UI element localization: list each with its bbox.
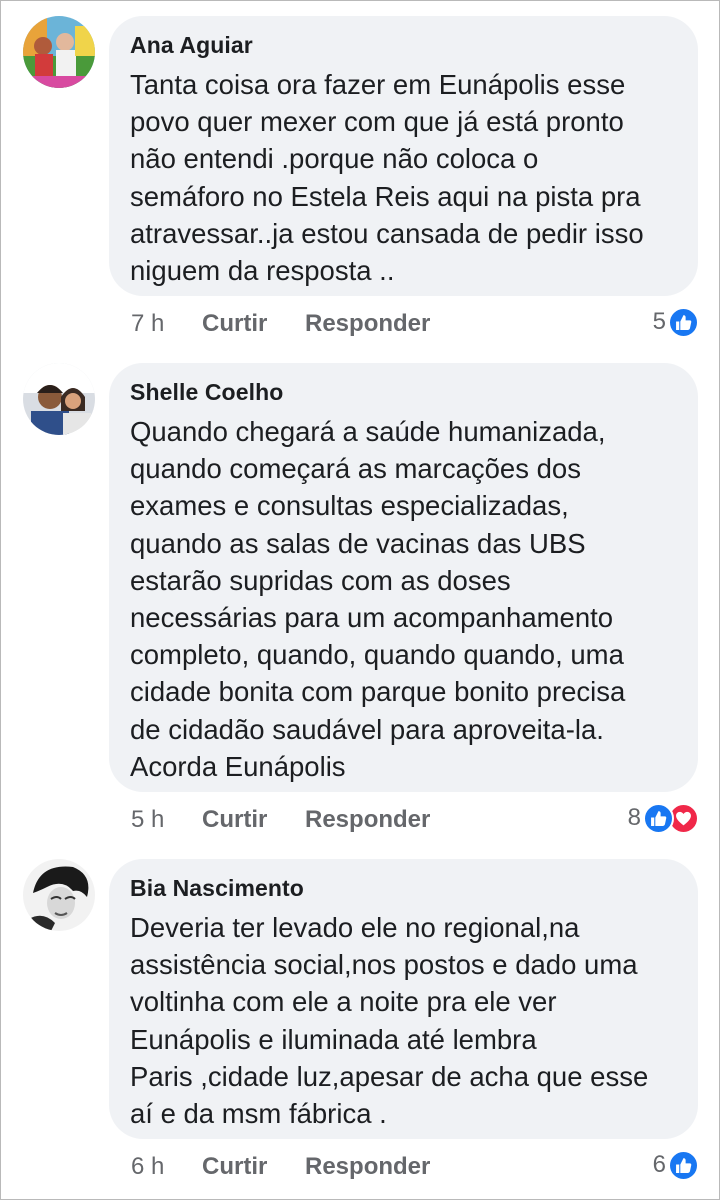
reaction-summary[interactable]: 6	[653, 1148, 699, 1182]
reaction-summary[interactable]: 5	[653, 305, 699, 339]
like-button[interactable]: Curtir	[202, 307, 267, 341]
reply-button[interactable]: Responder	[305, 1150, 430, 1184]
comment-bubble: Ana Aguiar Tanta coisa ora fazer em Euná…	[109, 16, 698, 296]
comment-timestamp[interactable]: 6 h	[131, 1150, 164, 1184]
reaction-count: 8	[627, 804, 641, 831]
comment-timestamp[interactable]: 7 h	[131, 307, 164, 341]
like-icon	[668, 306, 699, 338]
reply-button[interactable]: Responder	[305, 307, 430, 341]
reaction-count: 5	[652, 308, 666, 335]
reaction-count: 6	[652, 1151, 666, 1178]
like-button[interactable]: Curtir	[202, 803, 267, 837]
reply-button[interactable]: Responder	[305, 803, 430, 837]
comment-bubble: Bia Nascimento Deveria ter levado ele no…	[109, 859, 698, 1139]
comment-author[interactable]: Ana Aguiar	[130, 30, 678, 60]
avatar[interactable]	[23, 363, 95, 435]
avatar[interactable]	[23, 16, 95, 88]
like-icon	[643, 802, 674, 834]
comment-text: Quando chegará a saúde humanizada, quand…	[130, 416, 626, 782]
comments-panel: Ana Aguiar Tanta coisa ora fazer em Euná…	[0, 0, 720, 1200]
like-button[interactable]: Curtir	[202, 1150, 267, 1184]
comment-timestamp[interactable]: 5 h	[131, 803, 164, 837]
reaction-summary[interactable]: 8	[628, 801, 699, 835]
like-icon	[668, 1149, 699, 1181]
comment-author[interactable]: Bia Nascimento	[130, 873, 678, 903]
comment-text: Deveria ter levado ele no regional,na as…	[130, 912, 649, 1130]
comment-bubble: Shelle Coelho Quando chegará a saúde hum…	[109, 363, 698, 792]
comment-text: Tanta coisa ora fazer em Eunápolis esse …	[130, 69, 644, 287]
avatar[interactable]	[23, 859, 95, 931]
comment-author[interactable]: Shelle Coelho	[130, 377, 678, 407]
